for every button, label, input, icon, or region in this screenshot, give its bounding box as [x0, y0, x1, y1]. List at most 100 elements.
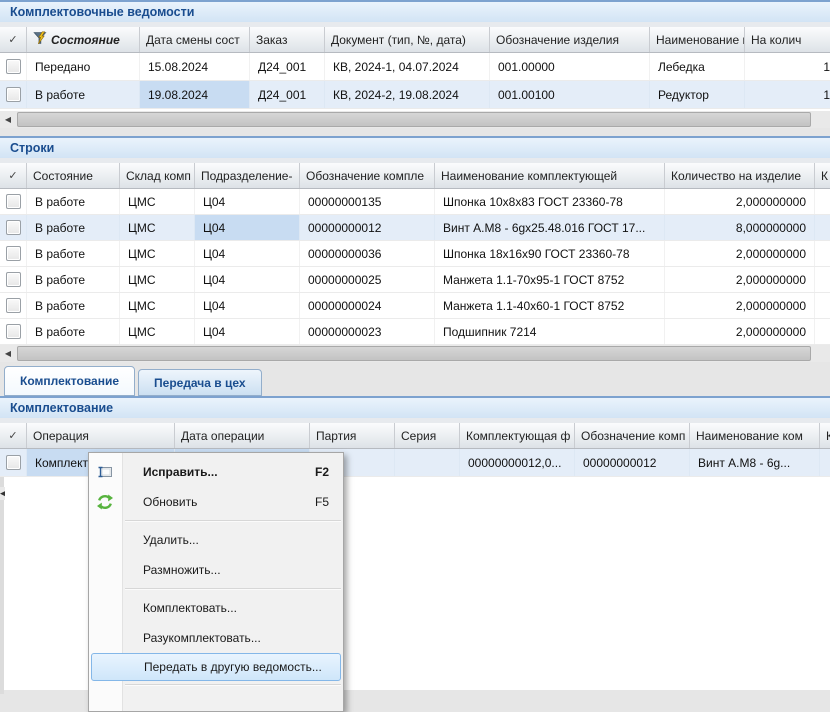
- table-row[interactable]: В работеЦМСЦ0400000000023Подшипник 72142…: [0, 319, 830, 345]
- cell[interactable]: Ц04: [195, 319, 300, 344]
- cell[interactable]: Ц04: [195, 241, 300, 266]
- cell[interactable]: 001.00000: [490, 53, 650, 80]
- row-checkbox[interactable]: [6, 87, 21, 102]
- cell[interactable]: [815, 267, 830, 292]
- cell[interactable]: ЦМС: [120, 241, 195, 266]
- column-header[interactable]: Обозначение изделия: [490, 27, 650, 52]
- scroll-left-button[interactable]: ◀: [0, 487, 5, 500]
- cell[interactable]: 00000000024: [300, 293, 435, 318]
- column-header[interactable]: Документ (тип, №, дата): [325, 27, 490, 52]
- column-header[interactable]: Склад комп: [120, 163, 195, 188]
- cell[interactable]: 00000000036: [300, 241, 435, 266]
- cell[interactable]: 15.08.2024: [140, 53, 250, 80]
- cell[interactable]: Винт А.М8 - 6gх25.48.016 ГОСТ 17...: [435, 215, 665, 240]
- cell[interactable]: Д24_001: [250, 81, 325, 108]
- cell[interactable]: Шпонка 10х8х83 ГОСТ 23360-78: [435, 189, 665, 214]
- menu-item-assemble[interactable]: Комплектовать...: [89, 593, 343, 623]
- cell[interactable]: Редуктор: [650, 81, 745, 108]
- cell[interactable]: В работе: [27, 81, 140, 108]
- table-row[interactable]: В работеЦМСЦ0400000000012Винт А.М8 - 6gх…: [0, 215, 830, 241]
- row-checkbox[interactable]: [6, 272, 21, 287]
- table-row[interactable]: В работеЦМСЦ0400000000135Шпонка 10х8х83 …: [0, 189, 830, 215]
- column-header[interactable]: Обозначение комп: [575, 423, 690, 448]
- cell[interactable]: 00000000135: [300, 189, 435, 214]
- cell[interactable]: [395, 449, 460, 476]
- cell[interactable]: В работе: [27, 293, 120, 318]
- table-row[interactable]: Передано15.08.2024Д24_001КВ, 2024-1, 04.…: [0, 53, 830, 81]
- row-checkbox[interactable]: [6, 194, 21, 209]
- row-check-cell[interactable]: [0, 81, 27, 108]
- column-header[interactable]: К: [815, 163, 830, 188]
- cell[interactable]: Ц04: [195, 189, 300, 214]
- column-header[interactable]: На колич: [745, 27, 830, 52]
- cell[interactable]: 00000000012: [300, 215, 435, 240]
- cell[interactable]: В работе: [27, 215, 120, 240]
- stroki-hscrollbar[interactable]: ◀: [0, 345, 830, 362]
- cell[interactable]: 2,000000000: [665, 267, 815, 292]
- column-header[interactable]: Подразделение-: [195, 163, 300, 188]
- column-header[interactable]: Дата операции: [175, 423, 310, 448]
- row-check-cell[interactable]: [0, 267, 27, 292]
- cell[interactable]: 2,000000000: [665, 319, 815, 344]
- cell[interactable]: Ц04: [195, 215, 300, 240]
- cell[interactable]: ЦМС: [120, 267, 195, 292]
- cell[interactable]: ЦМС: [120, 293, 195, 318]
- row-checkbox[interactable]: [6, 324, 21, 339]
- scroll-left-button[interactable]: ◀: [0, 111, 16, 128]
- column-header[interactable]: Наименование изд: [650, 27, 745, 52]
- row-check-cell[interactable]: [0, 319, 27, 344]
- menu-item-delete[interactable]: Удалить...: [89, 525, 343, 555]
- cell[interactable]: Д24_001: [250, 53, 325, 80]
- column-header[interactable]: Комплектующая ф: [460, 423, 575, 448]
- column-header[interactable]: Состояние: [27, 27, 140, 52]
- cell[interactable]: Манжета 1.1-40х60-1 ГОСТ 8752: [435, 293, 665, 318]
- tab-peredacha-v-ceh[interactable]: Передача в цех: [138, 369, 262, 396]
- row-check-cell[interactable]: [0, 189, 27, 214]
- menu-item-disassemble[interactable]: Разукомплектовать...: [89, 623, 343, 653]
- cell[interactable]: В работе: [27, 241, 120, 266]
- menu-item-transfer[interactable]: Передать в другую ведомость...: [91, 653, 341, 681]
- cell[interactable]: [815, 293, 830, 318]
- table-row[interactable]: В работеЦМСЦ0400000000036Шпонка 18х16х90…: [0, 241, 830, 267]
- cell[interactable]: Подшипник 7214: [435, 319, 665, 344]
- cell[interactable]: 00000000023: [300, 319, 435, 344]
- column-header[interactable]: Партия: [310, 423, 395, 448]
- row-check-cell[interactable]: [0, 449, 27, 476]
- menu-item-duplicate[interactable]: Размножить...: [89, 555, 343, 585]
- column-header[interactable]: Дата смены сост: [140, 27, 250, 52]
- cell[interactable]: ЦМС: [120, 189, 195, 214]
- cell[interactable]: 2,000000000: [665, 293, 815, 318]
- cell[interactable]: КВ, 2024-2, 19.08.2024: [325, 81, 490, 108]
- table-row[interactable]: В работе19.08.2024Д24_001КВ, 2024-2, 19.…: [0, 81, 830, 109]
- column-header-check[interactable]: ✓: [0, 27, 27, 52]
- scrollbar-thumb[interactable]: [17, 346, 811, 361]
- cell[interactable]: В работе: [27, 267, 120, 292]
- cell[interactable]: 1: [745, 53, 830, 80]
- row-checkbox[interactable]: [6, 298, 21, 313]
- cell[interactable]: 00000000025: [300, 267, 435, 292]
- tab-komplektovanie[interactable]: Комплектование: [4, 366, 135, 396]
- row-checkbox[interactable]: [6, 59, 21, 74]
- column-header[interactable]: Обозначение компле: [300, 163, 435, 188]
- cell[interactable]: ЦМС: [120, 215, 195, 240]
- cell[interactable]: Передано: [27, 53, 140, 80]
- cell[interactable]: 19.08.2024: [140, 81, 250, 108]
- row-checkbox[interactable]: [6, 246, 21, 261]
- column-header[interactable]: Операция: [27, 423, 175, 448]
- row-check-cell[interactable]: [0, 241, 27, 266]
- scroll-left-button[interactable]: ◀: [0, 345, 16, 362]
- cell[interactable]: [820, 449, 830, 476]
- column-header-check[interactable]: ✓: [0, 163, 27, 188]
- table-row[interactable]: В работеЦМСЦ0400000000024Манжета 1.1-40х…: [0, 293, 830, 319]
- column-header[interactable]: Состояние: [27, 163, 120, 188]
- cell[interactable]: Винт А.М8 - 6g...: [690, 449, 820, 476]
- vedomosti-hscrollbar[interactable]: ◀: [0, 111, 830, 128]
- column-header-check[interactable]: ✓: [0, 423, 27, 448]
- cell[interactable]: Лебедка: [650, 53, 745, 80]
- cell[interactable]: Ц04: [195, 293, 300, 318]
- row-check-cell[interactable]: [0, 293, 27, 318]
- row-check-cell[interactable]: [0, 53, 27, 80]
- cell[interactable]: 2,000000000: [665, 241, 815, 266]
- cell[interactable]: 00000000012: [575, 449, 690, 476]
- row-checkbox[interactable]: [6, 220, 21, 235]
